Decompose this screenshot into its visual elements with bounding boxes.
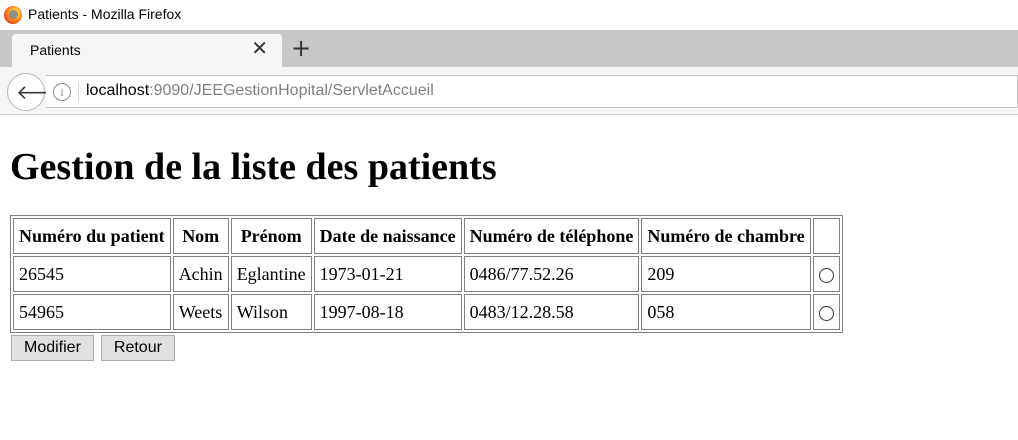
site-info-icon[interactable]: i <box>53 83 71 101</box>
cell-birth-date: 1997-08-18 <box>313 294 462 330</box>
window-title: Patients - Mozilla Firefox <box>28 6 182 22</box>
tab-patients[interactable]: Patients ✕ <box>12 34 282 67</box>
url-path: :9090/JEEGestionHopital/ServletAccueil <box>149 82 434 99</box>
header-phone-number: Numéro de téléphone <box>463 218 640 254</box>
close-tab-icon[interactable]: ✕ <box>251 39 268 59</box>
new-tab-icon[interactable]: + <box>291 36 311 60</box>
tab-strip: Patients ✕ <box>0 30 1018 67</box>
table-row: 26545 Achin Eglantine 1973-01-21 0486/77… <box>13 256 840 292</box>
page-content: Gestion de la liste des patients Numéro … <box>0 115 1018 440</box>
header-room-number: Numéro de chambre <box>641 218 811 254</box>
url-separator <box>78 82 79 102</box>
cell-first-name: Wilson <box>230 294 312 330</box>
cell-phone-number: 0486/77.52.26 <box>463 256 640 292</box>
navigation-toolbar: 🡐 i localhost:9090/JEEGestionHopital/Ser… <box>0 67 1018 115</box>
table-row: 54965 Weets Wilson 1997-08-18 0483/12.28… <box>13 294 840 330</box>
window-titlebar: Patients - Mozilla Firefox <box>0 0 1018 30</box>
cell-room-number: 209 <box>641 256 811 292</box>
cell-phone-number: 0483/12.28.58 <box>463 294 640 330</box>
header-first-name: Prénom <box>230 218 312 254</box>
cell-room-number: 058 <box>641 294 811 330</box>
patients-table: Numéro du patient Nom Prénom Date de nai… <box>10 215 843 333</box>
cell-patient-number: 54965 <box>13 294 171 330</box>
page-title: Gestion de la liste des patients <box>10 146 497 188</box>
back-button[interactable]: 🡐 <box>7 73 70 111</box>
header-birth-date: Date de naissance <box>313 218 462 254</box>
cell-last-name: Achin <box>172 256 229 292</box>
action-buttons: Modifier Retour <box>11 335 175 361</box>
cell-last-name: Weets <box>172 294 229 330</box>
url-text[interactable]: localhost:9090/JEEGestionHopital/Servlet… <box>86 82 434 100</box>
firefox-logo-icon <box>4 6 22 24</box>
header-patient-number: Numéro du patient <box>13 218 171 254</box>
select-patient-radio[interactable] <box>818 305 834 321</box>
header-select <box>812 218 840 254</box>
cell-patient-number: 26545 <box>13 256 171 292</box>
modify-button[interactable]: Modifier <box>11 335 94 361</box>
url-bar[interactable]: i localhost:9090/JEEGestionHopital/Servl… <box>46 75 1018 108</box>
cell-select <box>812 294 840 330</box>
cell-select <box>812 256 840 292</box>
header-last-name: Nom <box>172 218 229 254</box>
tab-label: Patients <box>30 42 81 58</box>
url-host: localhost <box>86 82 150 99</box>
table-header-row: Numéro du patient Nom Prénom Date de nai… <box>13 218 840 254</box>
back-page-button[interactable]: Retour <box>100 335 175 361</box>
cell-first-name: Eglantine <box>230 256 312 292</box>
cell-birth-date: 1973-01-21 <box>313 256 462 292</box>
select-patient-radio[interactable] <box>818 267 834 283</box>
